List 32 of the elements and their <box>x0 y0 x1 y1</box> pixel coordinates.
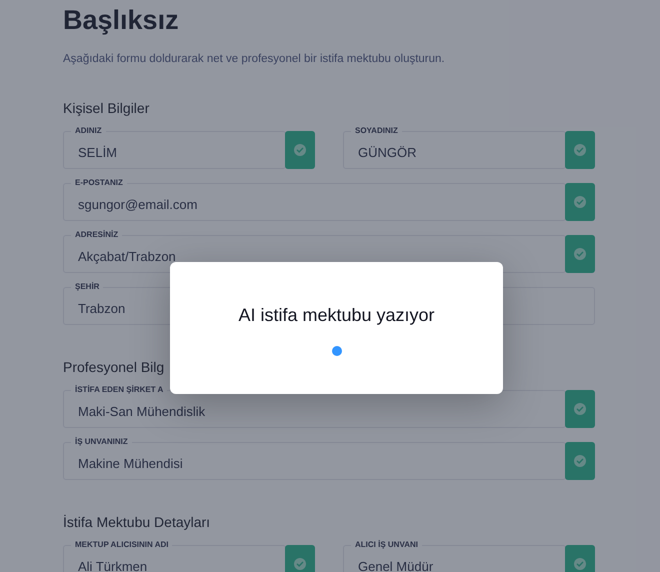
check-button[interactable] <box>565 442 595 480</box>
check-button[interactable] <box>565 545 595 572</box>
check-button[interactable] <box>285 131 315 169</box>
field-value: sgungor@email.com <box>78 196 198 212</box>
field-label: SOYADINIZ <box>351 126 402 136</box>
section-heading: İstifa Mektubu Detayları <box>63 513 212 531</box>
field-label: ADINIZ <box>71 126 106 136</box>
check-button[interactable] <box>285 545 315 572</box>
field-value: SELİM <box>78 144 118 160</box>
section-heading: Kişisel Bilgiler <box>63 99 150 117</box>
field-value: Ali Türkmen <box>78 558 148 572</box>
field-label: ALICI İŞ UNVANI <box>351 540 422 550</box>
field-value: Maki-San Mühendislik <box>78 404 206 418</box>
section-heading: Profesyonel Bilg <box>63 358 166 376</box>
field-label: İSTİFA EDEN ŞİRKET A <box>71 385 168 395</box>
field-label: İŞ UNVANINIZ <box>71 437 132 447</box>
page-subtitle: Aşağıdaki formu doldurarak net ve profesyonel bir istifa mektubu oluşturun. <box>63 52 446 66</box>
check-button[interactable] <box>565 235 595 273</box>
field-label: MEKTUP ALICISININ ADI <box>71 540 172 550</box>
field-label: ŞEHİR <box>71 282 104 292</box>
field-value: Akçabat/Trabzon <box>78 248 176 264</box>
check-button[interactable] <box>565 131 595 169</box>
check-button[interactable] <box>565 390 595 428</box>
check-button[interactable] <box>565 183 595 221</box>
field-value: Genel Müdür <box>358 558 434 572</box>
field-label: ADRESİNİZ <box>71 230 122 240</box>
field-value: Makine Mühendisi <box>78 456 183 470</box>
field-value: GÜNGÖR <box>358 144 416 160</box>
field-value: Trabzon <box>78 300 126 316</box>
field-label: E-POSTANIZ <box>71 178 127 188</box>
page-title: Başlıksız <box>63 4 180 36</box>
dialog-title: AI istifa mektubu yazıyor <box>238 304 435 326</box>
